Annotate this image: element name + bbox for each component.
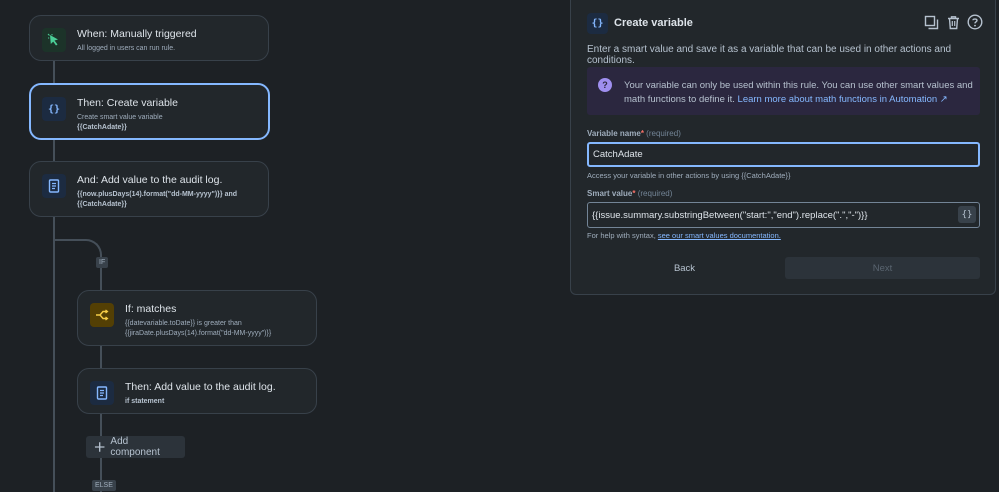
cursor-click-icon [42, 28, 66, 52]
create-variable-name: {{CatchAdate}} [77, 123, 127, 131]
smart-value-label: Smart value* (required) [587, 189, 673, 198]
braces-icon: {} [42, 97, 66, 121]
trigger-subtitle: All logged in users can run rule. [77, 45, 176, 52]
document-icon [90, 381, 114, 405]
back-button[interactable]: Back [587, 257, 782, 279]
audit-log-card[interactable]: And: Add value to the audit log. {{now.p… [29, 161, 269, 217]
trash-icon[interactable] [945, 14, 961, 30]
add-component-button[interactable]: Add component [86, 436, 185, 458]
create-variable-card[interactable]: {} Then: Create variable Create smart va… [29, 83, 270, 140]
braces-icon: {} [587, 13, 608, 34]
if-matches-card[interactable]: If: matches {{datevariable.toDate}} is g… [77, 290, 317, 346]
insert-smart-value-button[interactable]: {} [958, 206, 976, 223]
audit-log-card[interactable]: Then: Add value to the audit log. if sta… [77, 368, 317, 414]
branch-connector [54, 239, 102, 290]
audit-log-value: {{now.plusDays(14).format("dd-MM-yyyy")}… [77, 191, 238, 208]
flow-connector [53, 61, 55, 83]
help-icon[interactable] [967, 14, 983, 30]
copy-icon[interactable] [923, 14, 939, 30]
if-condition-line2: {{jiraDate.plusDays(14).format("dd-MM-yy… [125, 329, 272, 337]
trigger-card[interactable]: When: Manually triggered All logged in u… [29, 15, 269, 61]
question-icon: ? [598, 78, 612, 92]
if-condition-line1: {{datevariable.toDate}} is greater than [125, 320, 242, 327]
create-variable-title: Then: Create variable [77, 97, 178, 109]
if-branch-tag: IF [96, 257, 109, 268]
flow-connector [100, 346, 102, 368]
smart-value-hint: For help with syntax, see our smart valu… [587, 231, 781, 240]
create-variable-panel: {} Create variable Enter a smart value a… [570, 0, 996, 295]
next-button[interactable]: Next [785, 257, 980, 279]
if-matches-title: If: matches [125, 303, 177, 315]
variable-name-label: Variable name* (required) [587, 129, 681, 138]
audit-log-title: Then: Add value to the audit log. [125, 381, 276, 393]
flow-connector [53, 139, 55, 161]
panel-description: Enter a smart value and save it as a var… [587, 44, 952, 66]
else-branch-tag: ELSE [92, 480, 116, 491]
trigger-title: When: Manually triggered [77, 28, 197, 40]
variable-name-input[interactable]: CatchAdate [587, 142, 980, 167]
audit-log-value: if statement [125, 398, 165, 405]
audit-log-title: And: Add value to the audit log. [77, 174, 223, 186]
document-icon [42, 174, 66, 198]
branch-icon [90, 303, 114, 327]
math-functions-link[interactable]: Learn more about math functions in Autom… [738, 94, 948, 105]
add-component-label: Add component [110, 436, 160, 458]
smart-values-docs-link[interactable]: see our smart values documentation. [658, 231, 781, 240]
plus-icon [94, 442, 105, 452]
panel-title: Create variable [614, 17, 693, 29]
info-banner: ? Your variable can only be used within … [587, 67, 980, 115]
variable-name-hint: Access your variable in other actions by… [587, 171, 791, 180]
create-variable-subtitle: Create smart value variable [77, 114, 163, 121]
smart-value-input[interactable]: {{issue.summary.substringBetween("start:… [587, 202, 980, 228]
